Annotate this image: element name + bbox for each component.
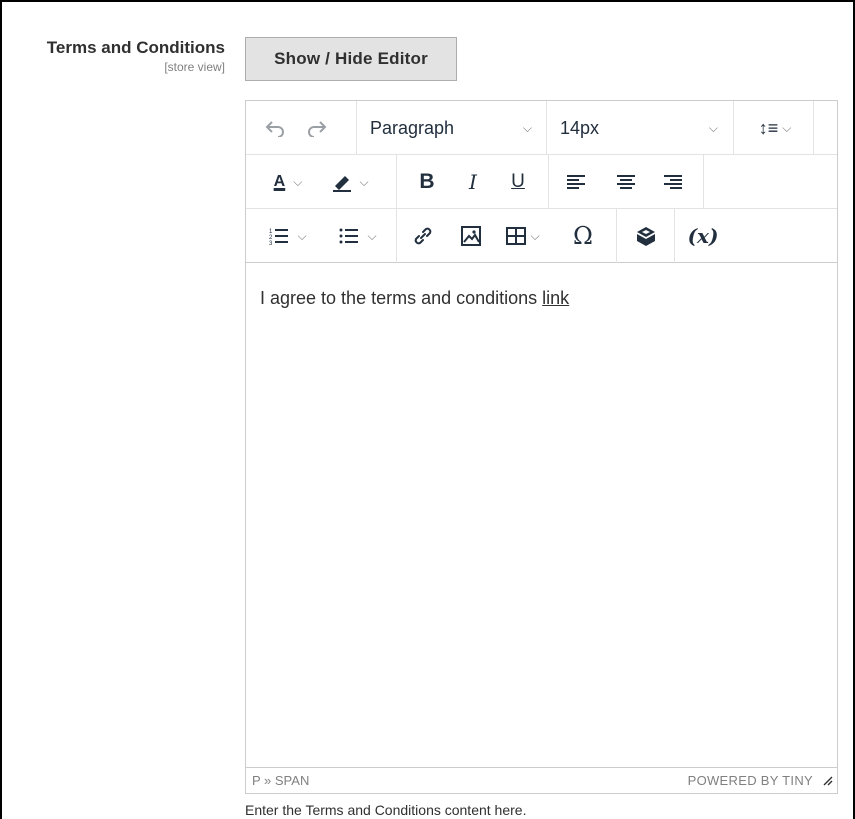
- toolbar-row-3: 123 ⌵ ⌵ ⌵ Ω (x): [246, 209, 837, 263]
- block-format-dropdown[interactable]: Paragraph ⌵: [356, 101, 546, 155]
- underline-button[interactable]: U: [503, 155, 533, 209]
- field-note: Enter the Terms and Conditions content h…: [245, 802, 527, 818]
- numbered-list-dropdown[interactable]: 123 ⌵: [258, 209, 318, 263]
- field-label: Terms and Conditions [store view]: [47, 38, 225, 74]
- chevron-down-icon: ⌵: [708, 120, 718, 135]
- block-format-value: Paragraph: [370, 117, 455, 138]
- bold-button[interactable]: B: [412, 155, 442, 209]
- chevron-down-icon: ⌵: [367, 228, 377, 243]
- link-icon[interactable]: [408, 209, 438, 263]
- field-label-title: Terms and Conditions: [46, 38, 225, 57]
- resize-handle-icon[interactable]: [821, 774, 833, 789]
- highlighter-icon: [333, 176, 352, 192]
- table-dropdown[interactable]: ⌵: [498, 209, 548, 263]
- bullet-list-icon: [339, 228, 359, 244]
- editor-statusbar: P » SPAN POWERED BY TINY: [246, 767, 837, 793]
- powered-by-tiny[interactable]: POWERED BY TINY: [688, 773, 813, 788]
- table-icon: [506, 227, 527, 245]
- italic-button[interactable]: I: [458, 155, 488, 209]
- widget-icon[interactable]: [626, 209, 666, 263]
- numbered-list-icon: 123: [269, 229, 289, 245]
- redo-icon[interactable]: [302, 101, 332, 155]
- text-color-icon: A: [273, 173, 286, 190]
- wysiwyg-editor: Paragraph ⌵ 14px ⌵ ↕≡ ⌵ A ⌵ ⌵ B I U 1 2 …: [245, 100, 838, 794]
- special-character-icon[interactable]: Ω: [568, 209, 598, 263]
- editor-content[interactable]: I agree to the terms and conditions link: [246, 264, 837, 767]
- background-color-dropdown[interactable]: ⌵: [320, 155, 380, 209]
- line-height-icon: ↕≡: [758, 117, 779, 138]
- align-center-icon[interactable]: [611, 155, 641, 209]
- insert-variable-button[interactable]: (x): [683, 209, 723, 263]
- svg-text:3: 3: [269, 241, 273, 245]
- content-text: I agree to the terms and conditions: [260, 288, 543, 308]
- toolbar-row-2: A ⌵ ⌵ B I U: [246, 155, 837, 209]
- chevron-down-icon: ⌵: [359, 174, 369, 189]
- line-height-dropdown[interactable]: ↕≡ ⌵: [740, 101, 810, 155]
- font-size-dropdown[interactable]: 14px ⌵: [546, 101, 732, 155]
- show-hide-editor-button[interactable]: Show / Hide Editor: [245, 37, 457, 81]
- undo-icon[interactable]: [260, 101, 290, 155]
- font-size-value: 14px: [560, 117, 600, 138]
- field-scope: [store view]: [164, 60, 225, 74]
- chevron-down-icon: ⌵: [297, 228, 307, 243]
- chevron-down-icon: ⌵: [293, 174, 303, 189]
- bullet-list-dropdown[interactable]: ⌵: [328, 209, 388, 263]
- chevron-down-icon: ⌵: [530, 228, 540, 243]
- content-link[interactable]: link: [542, 288, 569, 308]
- align-right-icon[interactable]: [658, 155, 688, 209]
- align-left-icon[interactable]: [561, 155, 591, 209]
- toolbar-row-1: Paragraph ⌵ 14px ⌵ ↕≡ ⌵: [246, 101, 837, 155]
- text-color-dropdown[interactable]: A ⌵: [258, 155, 318, 209]
- chevron-down-icon: ⌵: [782, 120, 792, 135]
- image-icon[interactable]: [456, 209, 486, 263]
- chevron-down-icon: ⌵: [522, 120, 532, 135]
- element-path[interactable]: P » SPAN: [252, 773, 309, 788]
